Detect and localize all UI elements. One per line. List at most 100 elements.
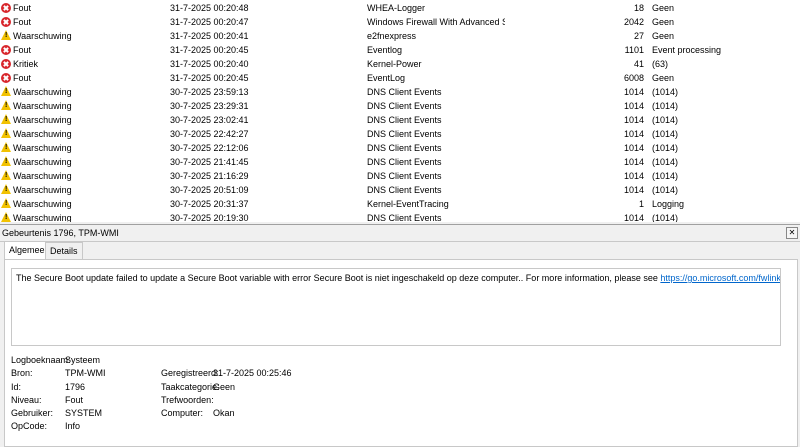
event-source: DNS Client Events xyxy=(367,171,442,181)
event-row[interactable]: Fout 31-7-2025 00:20:45 EventLog 6008 Geen xyxy=(0,71,800,85)
event-date: 31-7-2025 00:20:45 xyxy=(170,73,249,83)
event-row[interactable]: Fout 31-7-2025 00:20:48 WHEA-Logger 18 Geen xyxy=(0,1,800,15)
event-row[interactable]: Waarschuwing 30-7-2025 20:51:09 DNS Client… xyxy=(0,183,800,197)
event-date: 30-7-2025 20:19:30 xyxy=(170,213,249,222)
general-tab-panel: The Secure Boot update failed to update … xyxy=(4,259,798,447)
event-row[interactable]: Waarschuwing 30-7-2025 23:59:13 DNS Client… xyxy=(0,85,800,99)
event-row[interactable]: Waarschuwing 30-7-2025 22:42:27 DNS Client… xyxy=(0,127,800,141)
event-level: Fout xyxy=(13,17,32,27)
level-value: Fout xyxy=(65,395,84,405)
user-label: Gebruiker: xyxy=(11,408,54,418)
event-id: 1014 xyxy=(623,87,644,97)
source-label: Bron: xyxy=(11,368,33,378)
event-date: 30-7-2025 20:51:09 xyxy=(170,185,249,195)
event-date: 31-7-2025 00:20:40 xyxy=(170,59,249,69)
computer-label: Computer: xyxy=(161,408,204,418)
event-level: Waarschuwing xyxy=(13,213,72,222)
event-id: 1 xyxy=(638,199,644,209)
event-row[interactable]: Waarschuwing 30-7-2025 21:16:29 DNS Client… xyxy=(0,169,800,183)
warning-icon xyxy=(1,128,11,138)
event-row[interactable]: Waarschuwing 31-7-2025 00:20:41 e2fnexpres… xyxy=(0,29,800,43)
user-value: SYSTEM xyxy=(65,408,103,418)
event-level: Waarschuwing xyxy=(13,199,72,209)
event-row[interactable]: Kritiek 31-7-2025 00:20:40 Kernel-Power 41 (… xyxy=(0,57,800,71)
event-list[interactable]: Fout 31-7-2025 00:20:48 WHEA-Logger 18 Geen F… xyxy=(0,0,800,222)
warning-icon xyxy=(1,114,11,124)
event-id: 1014 xyxy=(623,143,644,153)
log-name-value: Systeem xyxy=(65,355,101,365)
warning-icon xyxy=(1,142,11,152)
event-task-category: (1014) xyxy=(652,143,679,153)
computer-value: Okan xyxy=(213,408,235,418)
event-date: 30-7-2025 21:16:29 xyxy=(170,171,249,181)
event-id-value: 1796 xyxy=(65,382,86,392)
event-message-link[interactable]: https://go.microsoft.com/fwlink/?linkid=… xyxy=(660,273,780,283)
event-row[interactable]: Waarschuwing 30-7-2025 23:29:31 DNS Client… xyxy=(0,99,800,113)
warning-icon xyxy=(1,212,11,222)
close-detail-button[interactable]: ✕ xyxy=(786,227,798,239)
event-level: Waarschuwing xyxy=(13,157,72,167)
event-date: 30-7-2025 22:42:27 xyxy=(170,129,249,139)
event-source: DNS Client Events xyxy=(367,115,442,125)
event-level: Waarschuwing xyxy=(13,87,72,97)
opcode-label: OpCode: xyxy=(11,421,48,431)
detail-header: Gebeurtenis 1796, TPM-WMI ✕ xyxy=(0,224,800,242)
event-task-category: (1014) xyxy=(652,101,679,111)
event-date: 30-7-2025 23:02:41 xyxy=(170,115,249,125)
event-source: EventLog xyxy=(367,73,406,83)
event-task-category: Geen xyxy=(652,73,675,83)
critical-icon xyxy=(1,59,11,69)
event-message: The Secure Boot update failed to update … xyxy=(11,268,781,346)
event-date: 31-7-2025 00:20:48 xyxy=(170,3,249,13)
event-task-category: (1014) xyxy=(652,157,679,167)
event-source: DNS Client Events xyxy=(367,157,442,167)
event-date: 31-7-2025 00:20:45 xyxy=(170,45,249,55)
event-row[interactable]: Waarschuwing 30-7-2025 20:19:30 DNS Client… xyxy=(0,211,800,222)
error-icon xyxy=(1,73,11,83)
event-task-category: Logging xyxy=(652,199,685,209)
event-id: 1014 xyxy=(623,101,644,111)
keywords-label: Trefwoorden: xyxy=(161,395,214,405)
event-row[interactable]: Waarschuwing 30-7-2025 20:31:37 Kernel-Eve… xyxy=(0,197,800,211)
event-source: Kernel-EventTracing xyxy=(367,199,449,209)
event-task-category: (1014) xyxy=(652,87,679,97)
event-row[interactable]: Fout 31-7-2025 00:20:45 Eventlog 1101 Event … xyxy=(0,43,800,57)
event-source: DNS Client Events xyxy=(367,129,442,139)
event-row[interactable]: Waarschuwing 30-7-2025 21:41:45 DNS Client… xyxy=(0,155,800,169)
event-task-category: Geen xyxy=(652,31,675,41)
event-id: 1014 xyxy=(623,213,644,222)
event-level: Waarschuwing xyxy=(13,143,72,153)
event-task-category: Geen xyxy=(652,17,675,27)
event-id: 1014 xyxy=(623,171,644,181)
tab-details[interactable]: Details xyxy=(45,242,83,259)
event-level: Waarschuwing xyxy=(13,171,72,181)
event-row[interactable]: Waarschuwing 30-7-2025 22:12:06 DNS Client… xyxy=(0,141,800,155)
warning-icon xyxy=(1,86,11,96)
event-date: 31-7-2025 00:20:47 xyxy=(170,17,249,27)
warning-icon xyxy=(1,30,11,40)
event-id: 1014 xyxy=(623,115,644,125)
event-id-label: Id: xyxy=(11,382,22,392)
event-id: 2042 xyxy=(623,17,644,27)
logged-label: Geregistreerd: xyxy=(161,368,219,378)
event-id: 6008 xyxy=(623,73,644,83)
event-source: Eventlog xyxy=(367,45,403,55)
event-level: Kritiek xyxy=(13,59,39,69)
event-task-category: Geen xyxy=(652,3,675,13)
event-date: 30-7-2025 23:59:13 xyxy=(170,87,249,97)
event-source: DNS Client Events xyxy=(367,87,442,97)
event-id: 18 xyxy=(633,3,644,13)
warning-icon xyxy=(1,198,11,208)
event-source: DNS Client Events xyxy=(367,101,442,111)
warning-icon xyxy=(1,156,11,166)
error-icon xyxy=(1,3,11,13)
event-id: 41 xyxy=(633,59,644,69)
event-level: Waarschuwing xyxy=(13,31,72,41)
event-task-category: (1014) xyxy=(652,115,679,125)
event-row[interactable]: Waarschuwing 30-7-2025 23:02:41 DNS Client… xyxy=(0,113,800,127)
event-message-text: The Secure Boot update failed to update … xyxy=(16,273,661,283)
event-source: DNS Client Events xyxy=(367,185,442,195)
event-row[interactable]: Fout 31-7-2025 00:20:47 Windows Firewall W… xyxy=(0,15,800,29)
event-level: Fout xyxy=(13,45,32,55)
event-date: 30-7-2025 21:41:45 xyxy=(170,157,249,167)
